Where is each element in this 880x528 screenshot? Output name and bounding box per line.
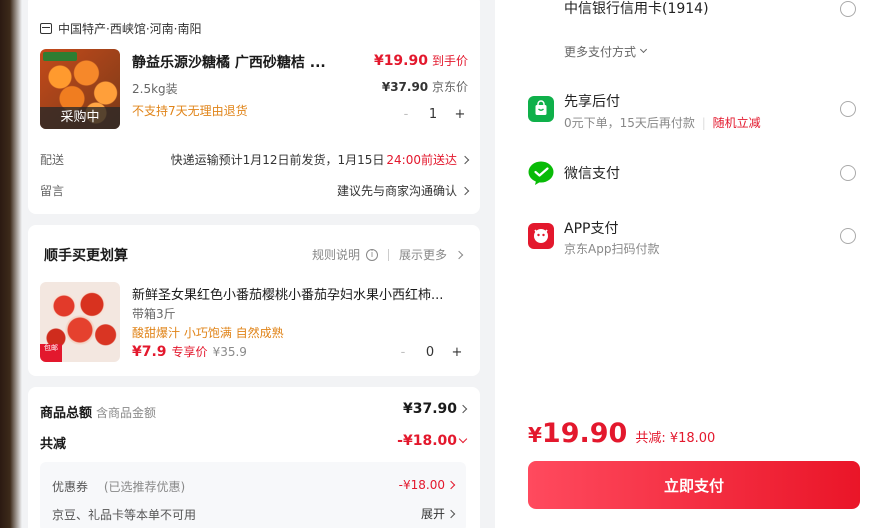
delivery-value: 快递运输预计1月12日前发货，1月15日: [170, 153, 385, 167]
free-shipping-badge: 包邮: [40, 344, 62, 362]
goods-total-sub: 含商品金额: [96, 406, 157, 420]
product-card: 中国特产·西峡馆·河南·南阳 采购中 静益乐源沙糖橘 广西砂糖桔 ... ¥19…: [28, 0, 480, 214]
pay-later-title: 先享后付: [564, 94, 620, 110]
product-spec: 2.5kg装: [132, 82, 178, 96]
app-pay-title: APP支付: [564, 221, 619, 237]
chevron-right-icon: [458, 404, 468, 414]
addon-price-value: ¥7.9: [132, 344, 167, 360]
shop-icon: [40, 23, 52, 34]
addon-quantity-value[interactable]: 0: [426, 345, 434, 360]
payment-panel: 中信银行信用卡(1914) 更多支付方式 先享后付 0元下单，15天后再付款 |…: [503, 0, 880, 528]
message-label: 留言: [40, 184, 65, 198]
jingdou-label: 京豆、礼品卡等本单不可用: [52, 508, 197, 522]
addon-product-spec: 带箱3斤: [132, 307, 176, 321]
addon-decrease-button[interactable]: -: [395, 345, 411, 360]
addon-card: 顺手买更划算 规则说明 i 展示更多 包邮 新鲜圣女果红色小番茄樱桃小番茄孕妇水…: [28, 225, 480, 376]
jd-app-icon: [528, 223, 554, 249]
goods-total-label: 商品总额 含商品金额: [40, 402, 156, 421]
wechat-pay-radio[interactable]: [840, 165, 856, 181]
expand-label: 展开: [420, 507, 445, 521]
app-pay-radio[interactable]: [840, 228, 856, 244]
addon-orig-price: ¥35.9: [212, 345, 247, 359]
addon-quantity-stepper: - 0 +: [395, 341, 465, 363]
shopping-bag-icon: [528, 96, 554, 122]
addon-product-title[interactable]: 新鲜圣女果红色小番茄樱桃小番茄孕妇水果小西红柿...: [132, 284, 470, 303]
rules-link[interactable]: 规则说明: [312, 246, 360, 263]
show-more-link[interactable]: 展示更多: [399, 246, 447, 263]
wechat-pay-icon: [528, 160, 554, 186]
info-icon[interactable]: i: [365, 248, 378, 261]
message-value: 建议先与商家沟通确认: [336, 184, 457, 198]
shop-header[interactable]: 中国特产·西峡馆·河南·南阳: [40, 20, 201, 37]
reduce-label: 共减: [40, 437, 67, 452]
increase-button[interactable]: +: [452, 107, 468, 122]
goods-total-row[interactable]: ¥37.90: [402, 401, 468, 417]
product-title[interactable]: 静益乐源沙糖橘 广西砂糖桔 ...: [132, 52, 332, 72]
reduce-value: -¥18.00: [397, 433, 457, 449]
coupon-value: -¥18.00: [398, 478, 445, 492]
pay-later-sub-text: 0元下单，15天后再付款: [564, 116, 695, 130]
summary-card: 商品总额 含商品金额 ¥37.90 共减 -¥18.00 优惠券 (已选推荐优惠)…: [28, 387, 480, 528]
delivery-row[interactable]: 快递运输预计1月12日前发货，1月15日 24:00前送达: [170, 151, 470, 168]
reduce-row[interactable]: -¥18.00: [397, 433, 468, 449]
total-yen: ¥: [528, 423, 542, 447]
goods-total-value: ¥37.90: [402, 401, 457, 417]
divider: |: [701, 116, 706, 130]
chevron-right-icon: [460, 155, 470, 164]
orig-price-note: 京东价: [431, 80, 468, 94]
chevron-right-icon: [446, 480, 456, 490]
product-image[interactable]: 采购中: [40, 49, 120, 129]
coupon-sub: (已选推荐优惠): [103, 480, 186, 494]
discount-detail-box: 优惠券 (已选推荐优惠) -¥18.00 京豆、礼品卡等本单不可用 展开: [40, 462, 466, 528]
wechat-pay-title: 微信支付: [564, 166, 620, 182]
pay-later-radio[interactable]: [840, 101, 856, 117]
bank-card-radio[interactable]: [840, 1, 856, 17]
delivery-highlight: 24:00前送达: [386, 153, 457, 167]
addon-product-price: ¥7.9 专享价 ¥35.9: [132, 343, 247, 360]
chevron-right-icon: [460, 186, 470, 195]
product-image-tag: [43, 52, 77, 61]
final-price-value: ¥19.90: [373, 53, 428, 69]
orig-price-value: ¥37.90: [381, 80, 429, 94]
coupon-label-row: 优惠券 (已选推荐优惠): [52, 478, 185, 495]
shop-name: 中国特产·西峡馆·河南·南阳: [58, 22, 202, 36]
addon-price-note: 专享价: [171, 345, 208, 359]
quantity-value[interactable]: 1: [429, 107, 437, 122]
coupon-label: 优惠券: [52, 480, 89, 494]
product-orig-price: ¥37.90 京东价: [382, 78, 468, 95]
pay-later-highlight: 随机立减: [712, 116, 761, 130]
pay-later-sub: 0元下单，15天后再付款 | 随机立减: [564, 114, 761, 131]
delivery-label: 配送: [40, 153, 65, 167]
addon-increase-button[interactable]: +: [449, 345, 465, 360]
total-area: ¥19.90 共减: ¥18.00: [528, 418, 715, 449]
message-row[interactable]: 建议先与商家沟通确认: [336, 182, 470, 199]
addon-links: 规则说明 i 展示更多: [312, 246, 464, 263]
product-final-price: ¥19.90 到手价: [374, 52, 468, 69]
quantity-stepper: - 1 +: [398, 103, 468, 125]
chevron-down-icon: [458, 434, 468, 444]
decrease-button[interactable]: -: [398, 107, 414, 122]
chevron-down-icon: [639, 45, 648, 54]
more-payment-label: 更多支付方式: [564, 45, 637, 59]
order-column: 中国特产·西峡馆·河南·南阳 采购中 静益乐源沙糖橘 广西砂糖桔 ... ¥19…: [28, 0, 480, 528]
addon-product-image[interactable]: 包邮: [40, 282, 120, 362]
addon-product-tags: 酸甜爆汁 小巧饱满 自然成熟: [132, 326, 284, 340]
goods-total-text: 商品总额: [40, 406, 93, 421]
total-price: ¥19.90: [528, 418, 627, 449]
pay-now-button[interactable]: 立即支付: [528, 461, 860, 509]
divider: [387, 248, 389, 261]
chevron-right-icon: [454, 250, 464, 259]
app-pay-sub: 京东App扫码付款: [564, 242, 660, 256]
chevron-right-icon: [446, 509, 456, 518]
buying-overlay: 采购中: [40, 107, 120, 129]
expand-row[interactable]: 展开: [420, 505, 456, 522]
return-policy-warning: 不支持7天无理由退货: [132, 104, 248, 118]
coupon-row[interactable]: -¥18.00: [398, 478, 456, 492]
total-reduce: 共减: ¥18.00: [635, 431, 716, 446]
addon-title: 顺手买更划算: [44, 248, 128, 264]
final-price-note: 到手价: [431, 54, 468, 68]
bank-card-label: 中信银行信用卡(1914): [564, 1, 709, 17]
more-payment-methods[interactable]: 更多支付方式: [564, 43, 648, 60]
total-amount: 19.90: [541, 418, 628, 449]
